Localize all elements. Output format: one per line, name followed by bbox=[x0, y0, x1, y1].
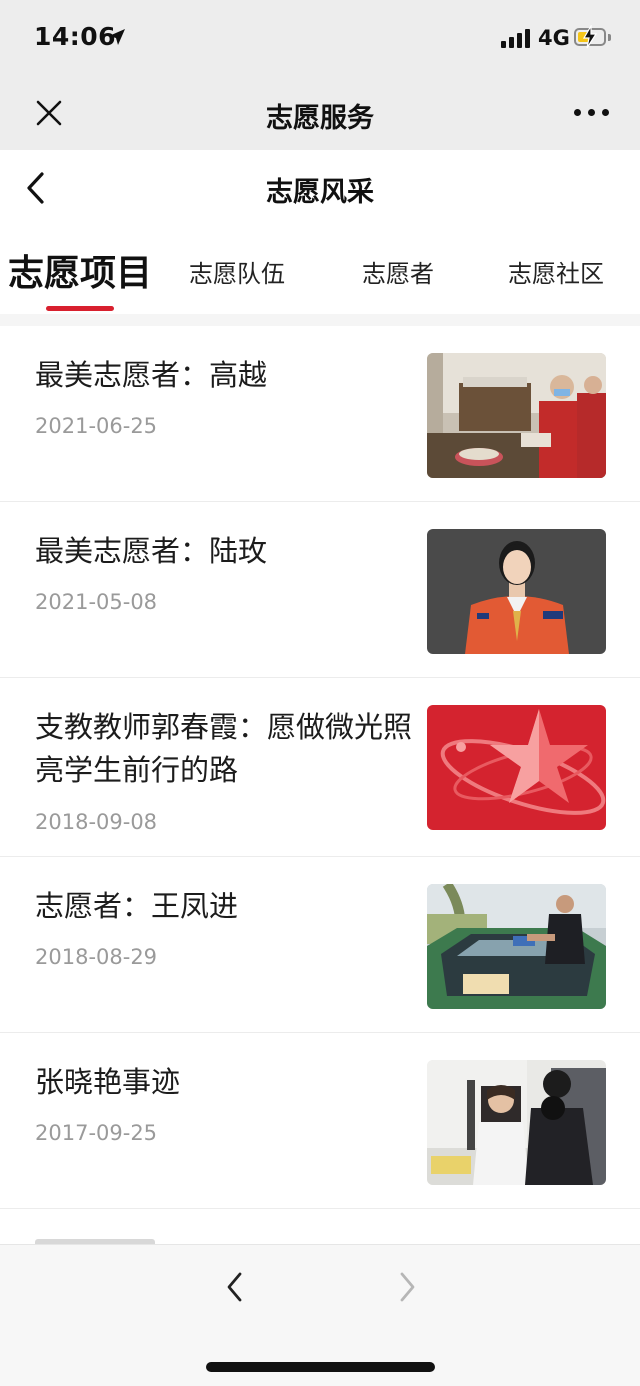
article-title: 张晓艳事迹 bbox=[35, 1065, 181, 1099]
article-title: 支教教师郭春霞：愿做微光照亮学生前行的路 bbox=[35, 710, 413, 787]
article-list: 最美志愿者：高越 2021-06-25 最美志愿者：陆玫 2021-05-08 … bbox=[0, 326, 640, 1244]
status-bar: 14:06 4G bbox=[0, 0, 640, 78]
network-type: 4G bbox=[538, 26, 570, 50]
tab-volunteer-projects[interactable]: 志愿项目 bbox=[8, 244, 152, 296]
charging-bolt-icon bbox=[582, 25, 598, 49]
section-divider bbox=[0, 314, 640, 326]
page-title: 志愿风采 bbox=[266, 177, 374, 208]
article-thumbnail bbox=[427, 884, 606, 1009]
article-title: 志愿者：王凤进 bbox=[35, 889, 239, 923]
list-item[interactable]: 最美志愿者：高越 2021-06-25 bbox=[0, 326, 640, 502]
more-icon[interactable] bbox=[574, 109, 609, 116]
list-item-partial[interactable] bbox=[0, 1209, 640, 1244]
article-title: 最美志愿者：陆玫 bbox=[35, 534, 268, 568]
article-date: 2017-09-25 bbox=[35, 1121, 158, 1145]
location-arrow-icon bbox=[109, 29, 125, 45]
list-item[interactable]: 支教教师郭春霞：愿做微光照亮学生前行的路 2018-09-08 bbox=[0, 678, 640, 857]
battery-nub bbox=[608, 34, 611, 41]
active-tab-indicator bbox=[46, 306, 114, 311]
article-thumbnail bbox=[427, 705, 606, 830]
article-date: 2021-05-08 bbox=[35, 590, 158, 614]
article-thumbnail bbox=[427, 529, 606, 654]
article-thumbnail bbox=[427, 1060, 606, 1185]
list-item[interactable]: 张晓艳事迹 2017-09-25 bbox=[0, 1033, 640, 1209]
page-header: 志愿风采 bbox=[0, 150, 640, 226]
nav-title: 志愿服务 bbox=[266, 103, 374, 134]
article-date: 2018-08-29 bbox=[35, 945, 158, 969]
tab-volunteers[interactable]: 志愿者 bbox=[362, 254, 434, 289]
tab-volunteer-teams[interactable]: 志愿队伍 bbox=[189, 254, 285, 289]
signal-bars-icon bbox=[501, 28, 530, 48]
article-title: 最美志愿者：高越 bbox=[35, 358, 268, 392]
list-item[interactable]: 最美志愿者：陆玫 2021-05-08 bbox=[0, 502, 640, 678]
chevron-right-icon[interactable] bbox=[394, 1269, 420, 1305]
article-date: 2018-09-08 bbox=[35, 810, 158, 834]
status-time: 14:06 bbox=[34, 22, 117, 51]
chevron-left-icon[interactable] bbox=[222, 1269, 248, 1305]
tab-volunteer-communities[interactable]: 志愿社区 bbox=[508, 254, 604, 289]
nav-bar: 志愿服务 bbox=[0, 78, 640, 150]
article-date: 2021-06-25 bbox=[35, 414, 158, 438]
category-tabs: 志愿项目 志愿队伍 志愿者 志愿社区 bbox=[0, 226, 640, 314]
list-item[interactable]: 志愿者：王凤进 2018-08-29 bbox=[0, 857, 640, 1033]
article-thumbnail bbox=[427, 353, 606, 478]
browser-toolbar bbox=[0, 1244, 640, 1386]
home-indicator[interactable] bbox=[206, 1362, 435, 1372]
